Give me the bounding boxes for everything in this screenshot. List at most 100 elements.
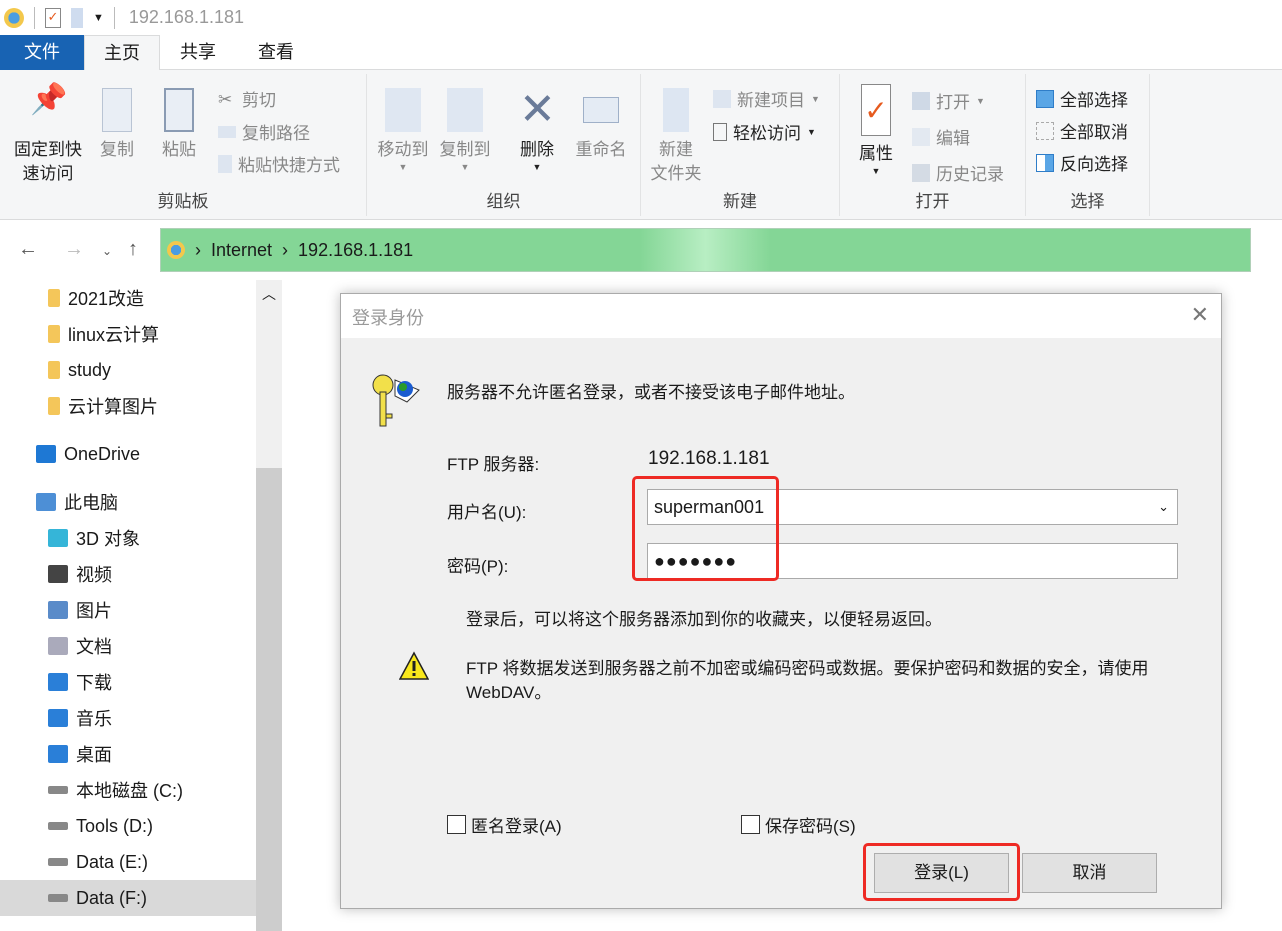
drive-icon: [48, 894, 68, 902]
easy-access-icon: [713, 122, 727, 141]
new-folder-button[interactable]: 新建 文件夹: [645, 88, 707, 186]
open-icon: [912, 91, 930, 110]
new-item-button[interactable]: 新建项目 ▼: [713, 86, 820, 111]
group-label: 新建: [723, 192, 757, 211]
copy-icon: [102, 88, 132, 132]
chevron-down-icon[interactable]: ⌄: [1158, 499, 1169, 515]
highlight-login: [863, 843, 1020, 901]
tab-file[interactable]: 文件: [0, 35, 84, 70]
properties-check-icon: ✓: [861, 84, 891, 136]
tree-item[interactable]: Tools (D:): [0, 808, 256, 844]
new-folder-qat-icon[interactable]: [71, 7, 83, 28]
delete-button[interactable]: ✕ 删除 ▼: [509, 88, 565, 173]
properties-qat-icon[interactable]: ✓: [45, 7, 61, 28]
recent-locations-button[interactable]: ⌄: [102, 244, 112, 258]
open-group: ✓ 属性 ▼ 打开 ▼ 编辑 历史记录 打开: [840, 74, 1026, 216]
customize-qat-icon[interactable]: ▼: [93, 12, 104, 24]
folder-icon: [48, 325, 60, 343]
navigation-pane: 2021改造 linux云计算 study 云计算图片 OneDrive 此电脑 3D 对象…: [0, 280, 256, 931]
password-label: 密码(P):: [447, 557, 509, 576]
tree-item[interactable]: 本地磁盘 (C:): [0, 772, 256, 808]
tab-share[interactable]: 共享: [160, 35, 236, 70]
edit-button[interactable]: 编辑: [912, 124, 970, 149]
tree-item[interactable]: OneDrive: [0, 436, 256, 472]
chevron-right-icon: ›: [195, 239, 201, 260]
group-label: 组织: [486, 192, 521, 211]
copy-to-button[interactable]: 复制到 ▼: [435, 88, 495, 172]
login-dialog: 登录身份 ✕ 服务器不允许匿名登录，或者不接受该电子邮件地址。 FTP 服务器:…: [340, 293, 1222, 909]
select-all-button[interactable]: 全部选择: [1036, 86, 1128, 111]
checkbox[interactable]: [447, 815, 466, 834]
tree-item[interactable]: 文档: [0, 628, 256, 664]
pin-quick-access-button[interactable]: 📌 固定到快 速访问: [8, 85, 88, 186]
tree-item[interactable]: study: [0, 352, 256, 388]
select-none-button[interactable]: 全部取消: [1036, 118, 1128, 143]
tree-item[interactable]: 3D 对象: [0, 520, 256, 556]
breadcrumb-server[interactable]: 192.168.1.181: [298, 240, 413, 261]
tree-item[interactable]: 2021改造: [0, 280, 256, 316]
tab-home[interactable]: 主页: [84, 35, 160, 71]
scissors-icon: ✂: [218, 89, 233, 109]
pc-icon: [36, 493, 56, 511]
tree-item[interactable]: linux云计算: [0, 316, 256, 352]
paste-shortcut-button[interactable]: 粘贴快捷方式: [218, 151, 340, 176]
server-value: 192.168.1.181: [648, 448, 770, 469]
warning-text-line2: WebDAV。: [466, 683, 552, 702]
onedrive-icon: [36, 445, 56, 463]
tree-item[interactable]: 图片: [0, 592, 256, 628]
ribbon-tabs: 文件 主页 共享 查看: [0, 35, 1282, 71]
tree-item-label: 视频: [76, 565, 112, 585]
open-button[interactable]: 打开 ▼: [912, 88, 985, 113]
group-label: 选择: [1070, 192, 1105, 211]
drive-icon: [48, 822, 68, 830]
copy-path-icon: [218, 125, 236, 138]
edit-icon: [912, 127, 930, 146]
tree-item-label: 桌面: [76, 745, 112, 765]
back-button[interactable]: ←: [18, 238, 38, 261]
address-bar[interactable]: › Internet › 192.168.1.181: [160, 228, 1251, 272]
scroll-thumb[interactable]: [256, 468, 282, 931]
rename-button[interactable]: 重命名: [569, 88, 633, 162]
select-all-icon: [1036, 89, 1054, 108]
move-to-button[interactable]: 移动到 ▼: [373, 88, 433, 172]
move-to-icon: [385, 88, 421, 132]
scroll-up-icon[interactable]: ︿: [262, 284, 276, 304]
forward-button[interactable]: →: [64, 238, 84, 261]
window-title: 192.168.1.181: [128, 7, 245, 27]
cancel-button[interactable]: 取消: [1022, 853, 1157, 893]
tab-view[interactable]: 查看: [236, 35, 316, 70]
tree-item-label: study: [68, 359, 112, 380]
organize-group: 移动到 ▼ 复制到 ▼ ✕ 删除 ▼ 重命名 组织: [367, 74, 641, 216]
tree-item[interactable]: 桌面: [0, 736, 256, 772]
close-icon[interactable]: ✕: [1191, 302, 1209, 328]
highlight-credentials: [632, 476, 779, 581]
tree-item[interactable]: 下载: [0, 664, 256, 700]
rename-icon: [583, 97, 619, 123]
tree-item[interactable]: 云计算图片: [0, 388, 256, 424]
save-password-checkbox[interactable]: 保存密码(S): [741, 812, 856, 837]
folder-icon: [48, 397, 60, 415]
tree-item[interactable]: 视频: [0, 556, 256, 592]
invert-selection-button[interactable]: 反向选择: [1036, 150, 1128, 175]
navigation-scrollbar[interactable]: ︿: [256, 280, 282, 931]
tree-item[interactable]: Data (F:): [0, 880, 256, 916]
anonymous-login-checkbox[interactable]: 匿名登录(A): [447, 812, 562, 837]
properties-button[interactable]: ✓ 属性 ▼: [848, 84, 904, 176]
breadcrumb-internet[interactable]: Internet: [211, 240, 272, 261]
tree-item-label: 本地磁盘 (C:): [76, 781, 183, 801]
copy-path-button[interactable]: 复制路径: [218, 119, 310, 144]
tree-item[interactable]: 音乐: [0, 700, 256, 736]
select-none-icon: [1036, 121, 1054, 140]
checkbox[interactable]: [741, 815, 760, 834]
tree-item-label: 图片: [76, 601, 112, 621]
up-button[interactable]: ↑: [128, 238, 138, 261]
easy-access-button[interactable]: 轻松访问 ▼: [713, 119, 816, 144]
cut-button[interactable]: ✂ 剪切: [218, 86, 276, 111]
history-button[interactable]: 历史记录: [912, 160, 1004, 185]
paste-button[interactable]: 粘贴: [154, 88, 204, 162]
tree-item[interactable]: Data (E:): [0, 844, 256, 880]
copy-button[interactable]: 复制: [92, 88, 142, 162]
warning-icon: [398, 651, 430, 686]
tree-item[interactable]: 此电脑: [0, 484, 256, 520]
download-icon: [48, 673, 68, 691]
